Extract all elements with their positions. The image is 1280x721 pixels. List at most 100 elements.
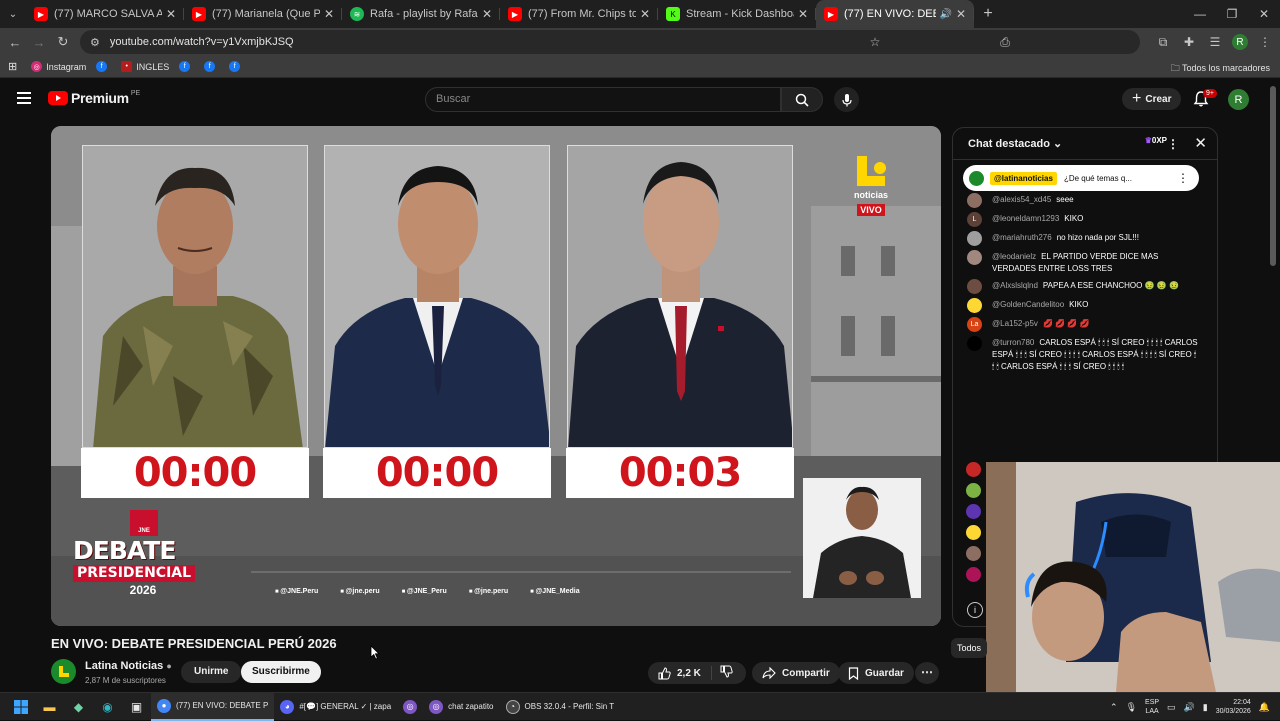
create-button[interactable]: + Crear: [1122, 88, 1182, 110]
extension-icon[interactable]: ⧉: [1154, 35, 1172, 50]
browser-tab[interactable]: K Stream - Kick Dashboard ✕: [658, 0, 816, 28]
browser-tab[interactable]: ▶ (77) From Mr. Chips to Scarface ✕: [500, 0, 658, 28]
chrome-menu-icon[interactable]: ⋮: [1256, 35, 1274, 49]
edge-icon[interactable]: ◉: [93, 693, 122, 721]
reading-list-icon[interactable]: ☰: [1206, 35, 1224, 49]
minimize-icon[interactable]: —: [1184, 0, 1216, 28]
reload-icon[interactable]: ↻: [51, 34, 75, 50]
browser-tab[interactable]: ≋ Rafa - playlist by RafaeLxared | ✕: [342, 0, 500, 28]
browser-tab[interactable]: ▶ (77) MARCO SALVA A GRACE D ✕: [26, 0, 184, 28]
more-actions-icon[interactable]: ⋯: [915, 662, 939, 684]
chat-options-icon[interactable]: ⋮: [1167, 137, 1179, 151]
message-author[interactable]: @leodanielz: [992, 252, 1036, 261]
close-tab-icon[interactable]: ✕: [798, 7, 808, 21]
site-info-icon[interactable]: ⚙: [90, 36, 100, 49]
user-avatar: [967, 193, 982, 208]
speaker-icon[interactable]: 🔊: [939, 9, 951, 20]
close-tab-icon[interactable]: ✕: [166, 7, 176, 21]
address-bar[interactable]: ⚙ youtube.com/watch?v=y1VxmjbKJSQ: [80, 30, 1140, 54]
youtube-icon: ▶: [34, 7, 48, 21]
subscribe-button[interactable]: Suscribirme: [241, 661, 321, 683]
close-tab-icon[interactable]: ✕: [482, 7, 492, 21]
save-button[interactable]: Guardar: [838, 662, 914, 684]
more-options-icon[interactable]: ⋮: [1177, 171, 1189, 185]
jne-logo: JNE: [130, 510, 158, 536]
close-tab-icon[interactable]: ✕: [956, 7, 966, 21]
dislike-button[interactable]: [712, 665, 733, 681]
taskbar-app-chat[interactable]: ◎ chat zapatito: [423, 693, 499, 721]
voice-search-button[interactable]: [834, 87, 859, 112]
page-scrollbar[interactable]: [1270, 86, 1276, 266]
taskbar-app-streamer-bot[interactable]: ◎: [397, 693, 423, 721]
menu-icon[interactable]: [17, 92, 31, 104]
all-bookmarks[interactable]: 🗀 Todos los marcadores: [1171, 61, 1270, 77]
bookmark-instagram[interactable]: ◎ Instagram: [31, 61, 86, 72]
channel-avatar[interactable]: [51, 659, 76, 684]
microphone-icon[interactable]: 🎙: [1126, 702, 1137, 713]
channel-avatar: [969, 170, 984, 186]
copilot-icon[interactable]: ◆: [64, 693, 93, 721]
taskbar-app-chrome[interactable]: ● (77) EN VIVO: DEBATE P: [151, 692, 275, 721]
youtube-logo[interactable]: Premium PE: [48, 90, 140, 106]
puzzle-icon[interactable]: ✚: [1180, 35, 1198, 49]
notification-center-icon[interactable]: 🔔: [1259, 702, 1270, 713]
forward-icon[interactable]: →: [27, 35, 51, 50]
bookmark-star-icon[interactable]: ☆: [866, 35, 884, 49]
message-author[interactable]: @leoneldamn1293: [992, 214, 1059, 223]
search-button[interactable]: [781, 87, 823, 112]
apps-grid-icon[interactable]: ⊞: [8, 60, 17, 73]
maximize-icon[interactable]: ❐: [1216, 0, 1248, 28]
bookmark-label: INGLES: [136, 61, 170, 72]
bookmark-facebook[interactable]: f: [96, 61, 111, 72]
store-icon[interactable]: ▣: [122, 693, 151, 721]
new-tab-button[interactable]: +: [974, 5, 1002, 23]
message-author[interactable]: @alexis54_xd45: [992, 195, 1051, 204]
message-author[interactable]: @Alxslslqlnd: [992, 281, 1038, 290]
browser-tab-active[interactable]: ▶ (77) EN VIVO: DEBATE PRES🔊 ✕: [816, 0, 974, 28]
input-language[interactable]: ESP LAA: [1145, 698, 1159, 716]
join-button[interactable]: Unirme: [181, 661, 242, 683]
profile-avatar[interactable]: R: [1232, 34, 1248, 50]
filter-chip-todos[interactable]: Todos: [951, 638, 988, 658]
chat-message-list: @alexis54_xd45 seee L @leoneldamn1293 KIKO …: [967, 193, 1199, 378]
back-icon[interactable]: ←: [3, 35, 27, 50]
youtube-handle: @JNE_Media: [530, 588, 579, 595]
message-author[interactable]: @turron780: [992, 338, 1034, 347]
taskbar-app-discord[interactable]: ◕ #[💬] GENERAL ✓ | zapa: [274, 693, 397, 721]
user-avatar: [966, 504, 981, 519]
share-label: Compartir: [782, 667, 830, 679]
pinned-message[interactable]: @latinanoticias ¿De qué temas q... ⋮: [963, 165, 1199, 191]
message-author[interactable]: @GoldenCandelitoo: [992, 300, 1064, 309]
install-icon[interactable]: ⎙: [996, 35, 1014, 50]
start-button[interactable]: [6, 693, 35, 721]
close-tab-icon[interactable]: ✕: [324, 7, 334, 21]
share-button[interactable]: Compartir: [752, 662, 840, 684]
account-avatar[interactable]: R: [1228, 89, 1249, 110]
clock[interactable]: 22:04 30/03/2026: [1216, 698, 1251, 716]
bookmark-facebook[interactable]: f: [204, 61, 219, 72]
taskbar-app-obs[interactable]: ◔ OBS 32.0.4 - Perfil: Sin T: [500, 693, 621, 721]
like-button[interactable]: 2,2 K: [648, 666, 712, 680]
info-icon[interactable]: i: [967, 602, 983, 618]
close-chat-icon[interactable]: ✕: [1194, 134, 1207, 152]
chat-message: @Alxslslqlnd PAPEA A ESE CHANCHOO 🤢 🤢 🤢: [967, 279, 1199, 294]
bookmark-ingles[interactable]: • INGLES: [121, 61, 169, 72]
close-window-icon[interactable]: ✕: [1248, 0, 1280, 28]
tray-overflow-icon[interactable]: ⌃: [1110, 702, 1118, 713]
search-input[interactable]: Buscar: [425, 87, 781, 112]
volume-icon[interactable]: 🔊: [1184, 702, 1195, 713]
network-icon[interactable]: ▭: [1167, 702, 1176, 713]
chat-mode-dropdown[interactable]: Chat destacado ⌄: [968, 137, 1062, 150]
bookmark-facebook[interactable]: f: [229, 61, 244, 72]
file-explorer-icon[interactable]: ▬: [35, 693, 64, 721]
message-author[interactable]: @La152-p5v: [992, 319, 1038, 328]
tab-search-icon[interactable]: ⌄: [0, 0, 26, 28]
browser-tab[interactable]: ▶ (77) Marianela (Que Pasa) (Exte ✕: [184, 0, 342, 28]
message-author[interactable]: @mariahruth276: [992, 233, 1052, 242]
channel-name[interactable]: Latina Noticias ●: [85, 660, 172, 672]
close-tab-icon[interactable]: ✕: [640, 7, 650, 21]
xp-badge[interactable]: ♛0XP: [1145, 136, 1167, 145]
bookmark-facebook[interactable]: f: [179, 61, 194, 72]
battery-icon[interactable]: ▮: [1203, 702, 1208, 713]
video-player[interactable]: 00:00 00:00 00:03 noticias VIVO JNE DEBA…: [51, 126, 941, 626]
